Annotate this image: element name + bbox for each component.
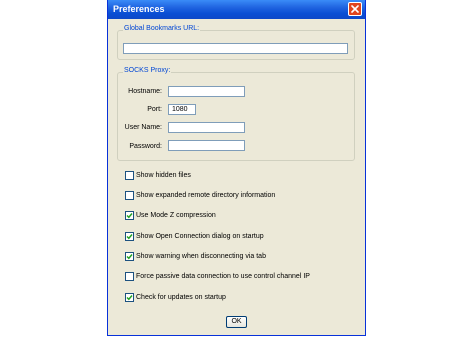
option-checkbox[interactable]	[125, 252, 134, 261]
option-checkbox[interactable]	[125, 293, 134, 302]
password-input[interactable]	[168, 140, 245, 151]
option-checkbox[interactable]	[125, 211, 134, 220]
option-label: Force passive data connection to use con…	[136, 273, 310, 280]
bookmarks-group-label: Global Bookmarks URL:	[123, 25, 201, 32]
option-checkbox[interactable]	[125, 171, 134, 180]
option-checkbox[interactable]	[125, 272, 134, 281]
socks-proxy-group: SOCKS Proxy: Hostname: Port: 1080 User N…	[117, 67, 355, 161]
hostname-input[interactable]	[168, 86, 245, 97]
option-label: Show Open Connection dialog on startup	[136, 233, 264, 240]
checkmark-icon	[126, 254, 133, 260]
window-title: Preferences	[113, 4, 165, 14]
bookmarks-group: Global Bookmarks URL:	[117, 25, 355, 60]
port-label: Port:	[147, 106, 162, 113]
socks-proxy-group-label: SOCKS Proxy:	[123, 67, 172, 74]
option-label: Show expanded remote directory informati…	[136, 192, 276, 199]
username-input[interactable]	[168, 122, 245, 133]
close-icon	[351, 5, 359, 13]
bookmarks-url-input[interactable]	[123, 43, 348, 54]
option-label: Use Mode Z compression	[136, 212, 216, 219]
password-label: Password:	[129, 143, 162, 150]
checkmark-icon	[126, 213, 133, 219]
checkmark-icon	[126, 234, 133, 240]
hostname-label: Hostname:	[128, 88, 162, 95]
option-checkbox[interactable]	[125, 191, 134, 200]
username-label: User Name:	[124, 124, 162, 131]
option-label: Show warning when disconnecting via tab	[136, 253, 266, 260]
option-label: Show hidden files	[136, 172, 191, 179]
option-label: Check for updates on startup	[136, 294, 226, 301]
checkmark-icon	[126, 295, 133, 301]
preferences-dialog: Preferences Global Bookmarks URL: SOCKS …	[107, 0, 366, 336]
title-bar[interactable]: Preferences	[108, 0, 365, 19]
ok-button[interactable]: OK	[226, 316, 247, 328]
port-input[interactable]: 1080	[168, 104, 196, 115]
close-button[interactable]	[348, 2, 362, 16]
option-checkbox[interactable]	[125, 232, 134, 241]
